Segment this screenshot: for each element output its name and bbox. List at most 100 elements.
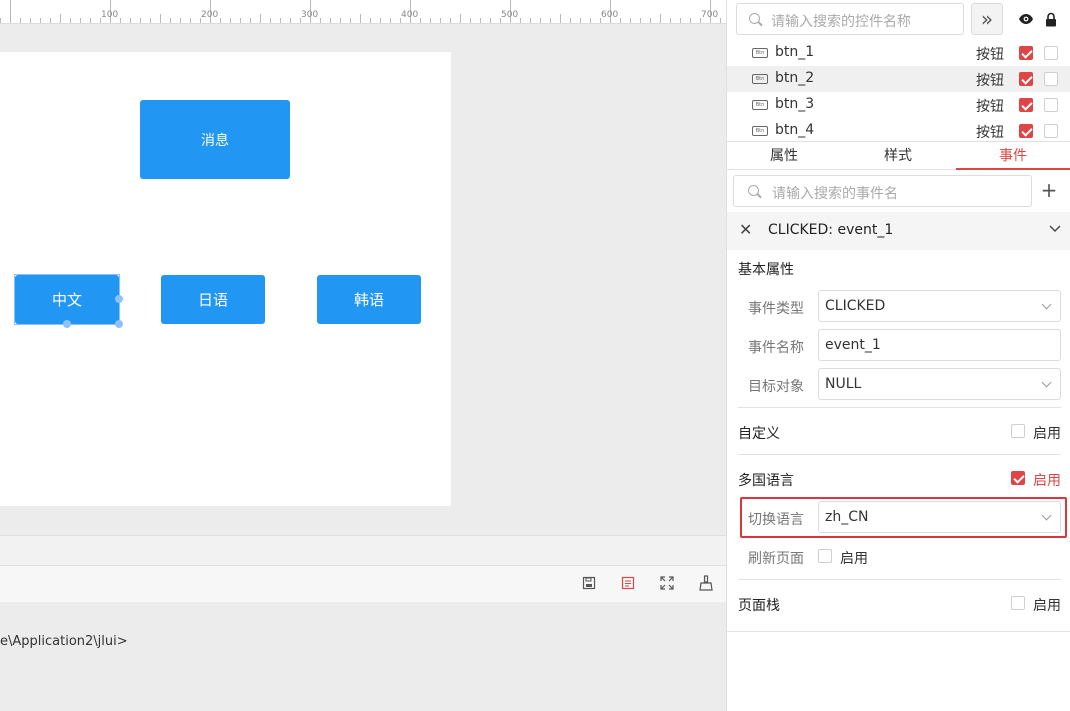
- widget-type: 按钮: [976, 125, 1004, 141]
- divider: [738, 579, 1061, 580]
- widget-type: 按钮: [976, 99, 1004, 115]
- ruler-tick: [330, 18, 331, 23]
- ruler-tick: [240, 18, 241, 23]
- ruler-tick: [260, 14, 261, 23]
- tab-events[interactable]: 事件: [956, 142, 1070, 170]
- target-select[interactable]: NULL: [818, 368, 1061, 400]
- custom-enable-checkbox[interactable]: [1011, 424, 1025, 438]
- close-icon[interactable]: ✕: [739, 220, 752, 239]
- ruler-tick: [530, 18, 531, 23]
- basic-section-title: 基本属性: [738, 262, 794, 278]
- widget-name: btn_4: [775, 122, 815, 138]
- ruler-label: 200: [201, 10, 219, 20]
- event-title: CLICKED: event_1: [768, 222, 894, 238]
- ruler-tick: [280, 18, 281, 23]
- ruler-tick: [460, 14, 461, 23]
- widget-type: 按钮: [976, 73, 1004, 89]
- refresh-enable-label: 启用: [840, 551, 868, 567]
- widget-name: btn_3: [775, 96, 815, 112]
- design-canvas[interactable]: 消息 中文 日语 韩语: [0, 52, 451, 506]
- tab-style[interactable]: 样式: [841, 142, 955, 170]
- ruler-tick: [170, 18, 171, 23]
- ruler-tick: [30, 18, 31, 23]
- lock-checkbox[interactable]: [1044, 98, 1058, 112]
- canvas-button-japanese[interactable]: 日语: [161, 275, 265, 324]
- event-type-select[interactable]: CLICKED: [818, 290, 1061, 322]
- visible-checkbox[interactable]: [1019, 72, 1033, 86]
- ruler-tick: [540, 18, 541, 23]
- add-event-button[interactable]: +: [1039, 178, 1059, 202]
- expand-button[interactable]: »: [971, 3, 1003, 35]
- ruler-tick: [390, 18, 391, 23]
- lock-checkbox[interactable]: [1044, 124, 1058, 138]
- event-name-input[interactable]: event_1: [818, 329, 1061, 361]
- ruler-tick: [630, 18, 631, 23]
- event-search-input[interactable]: 请输入搜索的事件名: [733, 175, 1032, 207]
- widget-search-placeholder: 请输入搜索的控件名称: [771, 14, 911, 30]
- divider: [738, 407, 1061, 408]
- ruler-tick: [360, 14, 361, 23]
- ruler-tick: [340, 18, 341, 23]
- button-widget-icon: Btn: [752, 48, 768, 58]
- resize-handle-corner[interactable]: [115, 320, 123, 328]
- search-icon: [749, 13, 760, 24]
- widget-list-item[interactable]: Btn btn_1 按钮: [727, 40, 1070, 66]
- canvas-button-message[interactable]: 消息: [140, 100, 290, 179]
- ruler-tick: [190, 18, 191, 23]
- search-icon: [748, 185, 759, 196]
- ruler-tick: [670, 18, 671, 23]
- widget-list-item[interactable]: Btn btn_3 按钮: [727, 92, 1070, 118]
- ruler-tick: [120, 18, 121, 23]
- chevron-down-icon[interactable]: [1049, 221, 1061, 237]
- i18n-enable-label: 启用: [1033, 473, 1061, 489]
- ruler-tick: [40, 18, 41, 23]
- lock-checkbox[interactable]: [1044, 72, 1058, 86]
- i18n-enable-checkbox[interactable]: [1011, 471, 1025, 485]
- code-icon[interactable]: [619, 574, 637, 592]
- eye-icon[interactable]: [1017, 10, 1035, 28]
- ruler-label: 500: [501, 10, 519, 20]
- ruler-tick: [50, 18, 51, 23]
- resize-handle-bottom[interactable]: [63, 320, 71, 328]
- divider: [727, 631, 1070, 632]
- ruler-tick: [270, 18, 271, 23]
- ruler-tick: [420, 18, 421, 23]
- page-stack-enable-checkbox[interactable]: [1011, 596, 1025, 610]
- widget-name: btn_1: [775, 44, 815, 60]
- ruler-tick: [250, 18, 251, 23]
- event-name-label: 事件名称: [748, 340, 804, 356]
- event-header[interactable]: ✕ CLICKED: event_1: [727, 212, 1070, 250]
- visible-checkbox[interactable]: [1019, 46, 1033, 60]
- visible-checkbox[interactable]: [1019, 124, 1033, 138]
- bottom-tab-bar: [0, 535, 726, 566]
- widget-search-input[interactable]: 请输入搜索的控件名称: [736, 3, 964, 35]
- tab-properties[interactable]: 属性: [727, 142, 841, 170]
- ruler-tick: [430, 18, 431, 23]
- widget-type: 按钮: [976, 47, 1004, 63]
- refresh-enable-checkbox[interactable]: [818, 549, 832, 563]
- ruler-tick: [680, 18, 681, 23]
- ruler-label: 400: [401, 10, 419, 20]
- ruler-tick: [10, 0, 11, 23]
- ruler-tick: [590, 18, 591, 23]
- ruler-tick: [690, 18, 691, 23]
- refresh-page-label: 刷新页面: [748, 551, 804, 567]
- visible-checkbox[interactable]: [1019, 98, 1033, 112]
- ruler-tick: [450, 18, 451, 23]
- widget-list-item[interactable]: Btn btn_2 按钮: [727, 66, 1070, 92]
- resize-handle-right[interactable]: [115, 295, 123, 303]
- canvas-button-korean[interactable]: 韩语: [317, 275, 421, 324]
- divider: [738, 454, 1061, 455]
- horizontal-ruler: 100 200 300 400 500 600 700: [0, 0, 726, 24]
- custom-label: 自定义: [738, 426, 780, 442]
- ruler-tick: [720, 18, 721, 23]
- fullscreen-icon[interactable]: [658, 574, 676, 592]
- save-icon[interactable]: [580, 574, 598, 592]
- switch-language-label: 切换语言: [748, 512, 804, 528]
- switch-language-select[interactable]: zh_CN: [818, 501, 1061, 533]
- ruler-tick: [130, 18, 131, 23]
- lock-icon[interactable]: [1042, 10, 1060, 28]
- clean-icon[interactable]: [697, 574, 715, 592]
- lock-checkbox[interactable]: [1044, 46, 1058, 60]
- ruler-label: 600: [601, 10, 619, 20]
